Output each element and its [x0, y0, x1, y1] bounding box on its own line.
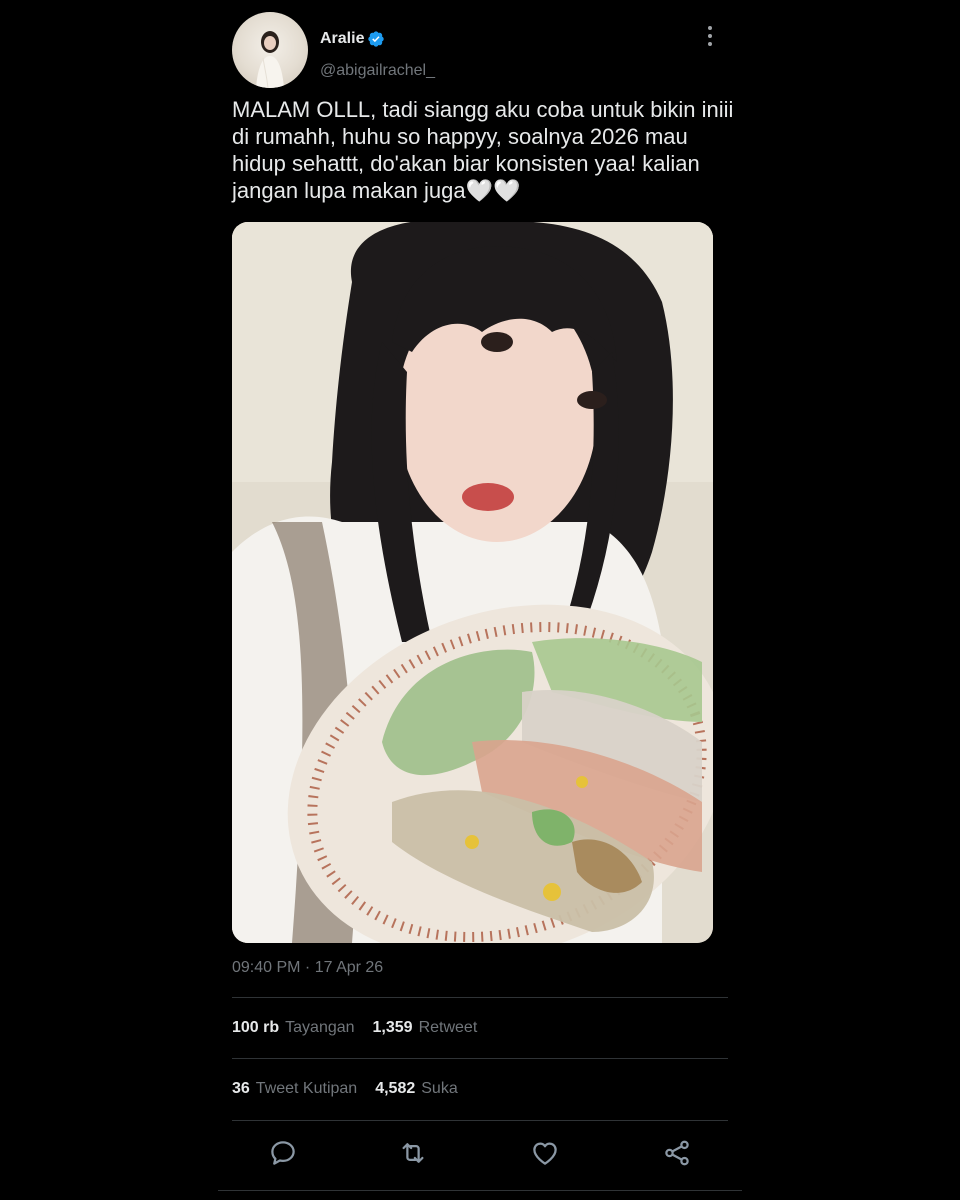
quotes-stat[interactable]: 36 Tweet Kutipan [232, 1080, 357, 1102]
stats-row-1: 100 rb Tayangan 1,359 Retweet [232, 1019, 728, 1041]
display-name[interactable]: Aralie [320, 30, 364, 48]
tweet-header: Aralie @abigailrachel_ [232, 12, 728, 88]
retweets-stat[interactable]: 1,359 Retweet [373, 1019, 478, 1041]
quotes-count: 36 [232, 1080, 250, 1097]
more-dot [708, 42, 712, 46]
likes-label: Suka [421, 1080, 458, 1097]
likes-stat[interactable]: 4,582 Suka [375, 1080, 458, 1102]
reply-button[interactable] [268, 1138, 300, 1172]
avatar-image [256, 31, 284, 88]
name-row: Aralie [320, 30, 385, 48]
tweet-page: Aralie @abigailrachel_ MALAM OLLL, tadi … [0, 0, 960, 1200]
share-button[interactable] [662, 1138, 694, 1172]
tweet-timestamp[interactable]: 09:40 PM · 17 Apr 26 [232, 959, 383, 977]
share-icon [665, 1140, 689, 1166]
bottom-divider [218, 1190, 742, 1191]
tweet-text: MALAM OLLL, tadi siangg aku coba untuk b… [232, 97, 734, 203]
views-count: 100 rb [232, 1019, 280, 1036]
retweets-count: 1,359 [372, 1019, 413, 1036]
heart-icon [533, 1142, 557, 1165]
verified-badge-icon [368, 31, 385, 47]
divider [232, 1058, 728, 1059]
stats-row-2: 36 Tweet Kutipan 4,582 Suka [232, 1080, 728, 1102]
user-handle[interactable]: @abigailrachel_ [320, 62, 435, 80]
photo-illustration [232, 222, 713, 943]
likes-count: 4,582 [375, 1080, 416, 1097]
more-dot [708, 34, 712, 38]
avatar[interactable] [232, 12, 308, 88]
divider [232, 997, 728, 998]
retweet-icon [402, 1143, 424, 1163]
retweets-label: Retweet [418, 1019, 478, 1036]
divider [232, 1120, 728, 1121]
like-button[interactable] [530, 1138, 562, 1172]
more-options-icon[interactable] [700, 26, 720, 46]
action-bar [268, 1138, 698, 1172]
reply-icon [271, 1141, 295, 1165]
tweet-photo[interactable] [232, 222, 713, 943]
more-dot [708, 26, 712, 30]
retweet-button[interactable] [398, 1138, 430, 1172]
views-stat[interactable]: 100 rb Tayangan [232, 1019, 355, 1041]
views-label: Tayangan [285, 1019, 355, 1036]
quotes-label: Tweet Kutipan [255, 1080, 358, 1097]
